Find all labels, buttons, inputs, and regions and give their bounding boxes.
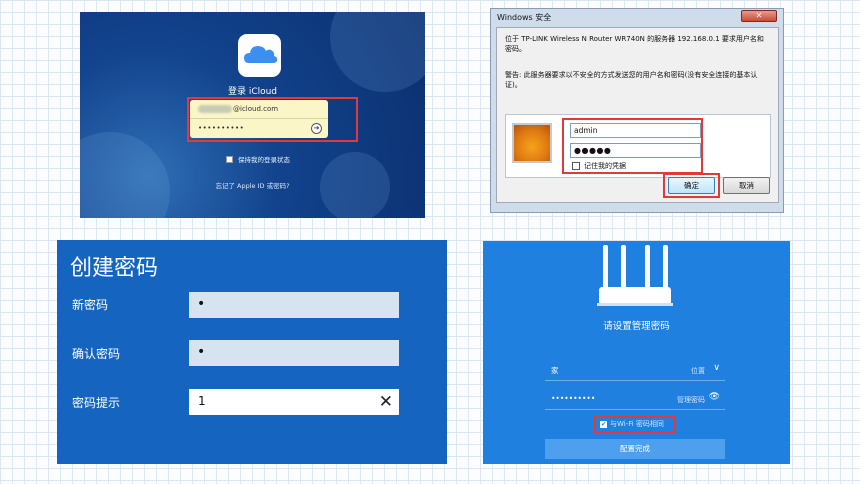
router-setup-panel: 请设置管理密码 家 位置 ∨ •••••••••• 管理密码 👁 ✔ 与Wi-F… [483, 241, 790, 464]
router-antenna [645, 245, 650, 290]
page-title: 创建密码 [70, 256, 159, 281]
create-password-panel: 创建密码 新密码 • 确认密码 • 密码提示 1 ✕ [57, 240, 447, 464]
cloud-icon [244, 46, 278, 63]
icloud-title: 登录 iCloud [227, 87, 278, 97]
eye-icon[interactable]: 👁 [709, 392, 720, 402]
background-bubble [80, 132, 170, 218]
router-antenna [621, 245, 626, 290]
dialog-warning: 警告: 此服务器要求以不安全的方式发送您的用户名和密码(没有安全连接的基本认证)… [505, 71, 758, 89]
remember-credentials-checkbox[interactable] [572, 162, 580, 170]
dialog-title: Windows 安全 [497, 13, 552, 22]
new-password-label: 新密码 [72, 298, 109, 312]
location-select[interactable]: 家 位置 ∨ [545, 361, 725, 381]
dialog-description: 位于 TP-LINK Wireless N Router WR740N 的服务器… [505, 35, 764, 53]
clear-icon[interactable]: ✕ [379, 390, 393, 414]
close-button[interactable]: ✕ [741, 10, 777, 22]
icloud-logo [238, 34, 281, 77]
confirm-password-input[interactable]: • [189, 340, 399, 366]
router-base [597, 303, 673, 306]
password-hint-label: 密码提示 [72, 396, 121, 410]
confirm-password-label: 确认密码 [72, 347, 121, 361]
password-hint-input[interactable]: 1 ✕ [189, 389, 399, 415]
router-antenna [603, 245, 608, 290]
chevron-down-icon: ∨ [713, 363, 720, 373]
location-value: 家 [551, 366, 559, 375]
router-title: 请设置管理密码 [603, 321, 670, 332]
highlight-box [187, 97, 358, 142]
admin-password-input[interactable]: •••••••••• 管理密码 👁 [545, 390, 725, 410]
background-bubble [330, 12, 425, 92]
password-input[interactable]: ●●●●● [570, 143, 701, 158]
location-label: 位置 [691, 367, 705, 375]
router-antenna [663, 245, 668, 290]
forgot-password-link[interactable]: 忘记了 Apple ID 或密码? [80, 180, 425, 190]
finish-setup-button[interactable]: 配置完成 [545, 439, 725, 459]
remember-credentials-label: 记住我的凭据 [584, 162, 626, 170]
keep-signed-in-label: 保持我的登录状态 [238, 156, 290, 164]
same-as-wifi-checkbox[interactable]: ✔ [600, 421, 607, 428]
windows-security-dialog: Windows 安全 ✕ 位于 TP-LINK Wireless N Route… [490, 8, 784, 213]
cancel-button[interactable]: 取消 [723, 177, 770, 194]
icloud-login-panel: 登录 iCloud @icloud.com •••••••••• ➔ 保持我的登… [80, 12, 425, 218]
credential-tile: admin ●●●●● 记住我的凭据 [505, 114, 771, 178]
keep-signed-in-checkbox[interactable] [226, 156, 233, 163]
admin-password-label: 管理密码 [677, 396, 705, 404]
admin-password-value: •••••••••• [551, 394, 596, 403]
same-as-wifi-label: 与Wi-Fi 密码相同 [610, 420, 664, 428]
username-input[interactable]: admin [570, 123, 701, 138]
new-password-input[interactable]: • [189, 292, 399, 318]
hint-value: 1 [198, 394, 206, 408]
ok-button[interactable]: 确定 [668, 177, 715, 194]
user-avatar [512, 123, 552, 163]
